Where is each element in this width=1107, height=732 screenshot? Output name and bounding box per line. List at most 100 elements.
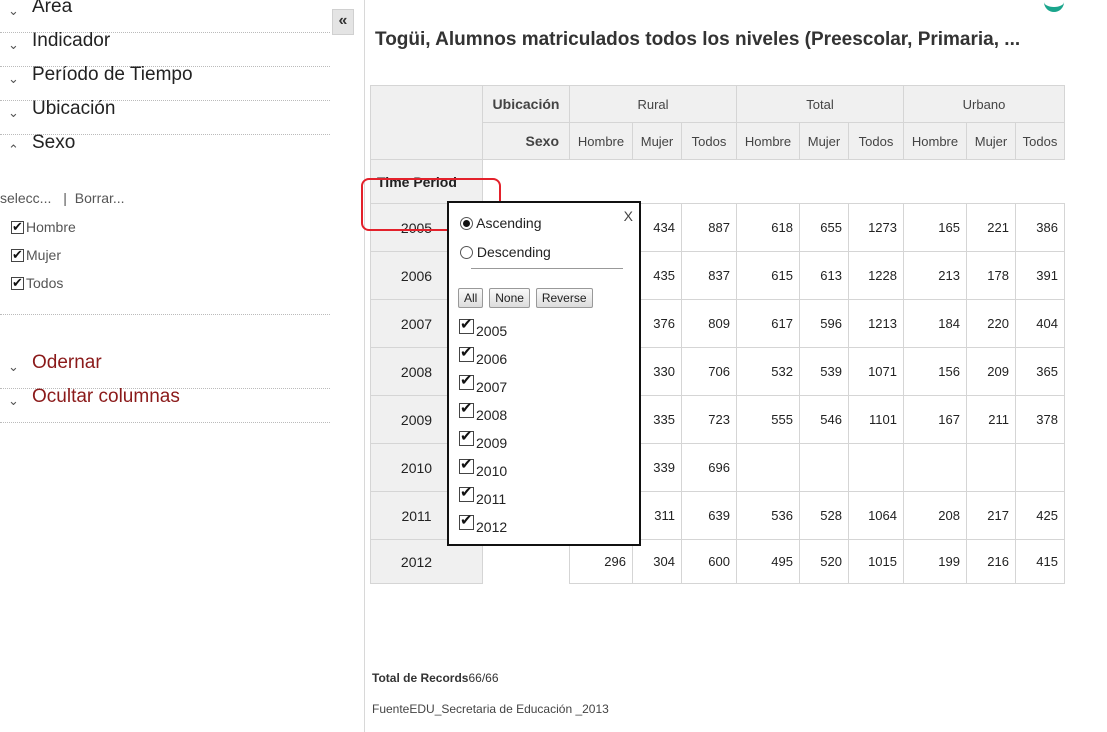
table-cell: 613 — [799, 251, 849, 300]
sexo-header: Sexo — [482, 122, 570, 160]
table-cell: 216 — [966, 539, 1016, 584]
table-cell: 213 — [903, 251, 967, 300]
sexo-option-hombre[interactable]: Hombre — [11, 216, 76, 238]
year-filter-option[interactable]: 2008 — [459, 400, 507, 423]
sexo-option-mujer[interactable]: Mujer — [11, 244, 61, 266]
table-cell: 165 — [903, 203, 967, 252]
empty-cell — [482, 539, 570, 584]
table-cell: 539 — [799, 347, 849, 396]
reverse-selection-button[interactable]: Reverse — [535, 288, 593, 308]
checkbox-checked-icon[interactable] — [459, 372, 474, 390]
select-all-link[interactable]: selecc... — [0, 190, 51, 206]
checkbox-checked-icon[interactable] — [459, 512, 474, 530]
row-header-year[interactable]: 2012 — [370, 539, 483, 584]
sort-ascending-option[interactable]: Ascending — [460, 215, 542, 231]
year-filter-option[interactable]: 2011 — [459, 484, 506, 507]
option-label: Hombre — [26, 219, 76, 235]
clear-link[interactable]: Borrar... — [75, 190, 125, 206]
year-label: 2007 — [400, 315, 433, 332]
column-header[interactable]: Todos — [681, 122, 737, 160]
table-cell: 887 — [681, 203, 737, 252]
group-header-total[interactable]: Total — [736, 85, 904, 123]
year-filter-option[interactable]: 2010 — [459, 456, 507, 479]
checkbox-checked-icon[interactable] — [459, 400, 474, 418]
year-filter-option[interactable]: 2012 — [459, 512, 507, 535]
option-label: 2011 — [476, 491, 507, 507]
table-cell — [1015, 443, 1065, 492]
column-header[interactable]: Hombre — [569, 122, 633, 160]
table-cell: 1228 — [848, 251, 904, 300]
group-header-rural[interactable]: Rural — [569, 85, 737, 123]
select-none-button[interactable]: None — [489, 288, 530, 308]
option-label: 2009 — [476, 435, 508, 451]
column-header[interactable]: Todos — [848, 122, 904, 160]
table-cell — [799, 443, 849, 492]
table-cell: 639 — [681, 491, 737, 540]
column-header[interactable]: Mujer — [966, 122, 1016, 160]
table-cell: 296 — [569, 539, 633, 584]
table-cell: 415 — [1015, 539, 1065, 584]
sidebar-item-ordenar[interactable]: ⌄ Odernar — [0, 352, 330, 389]
year-filter-option[interactable]: 2007 — [459, 372, 507, 395]
group-header-urbano[interactable]: Urbano — [903, 85, 1065, 123]
table-cell: 615 — [736, 251, 800, 300]
records-count: Total de Records66/66 — [372, 671, 499, 685]
close-icon[interactable]: X — [624, 208, 633, 224]
checkbox-checked-icon[interactable] — [459, 484, 474, 502]
column-header[interactable]: Mujer — [632, 122, 682, 160]
checkbox-checked-icon[interactable] — [459, 456, 474, 474]
table-cell: 211 — [966, 395, 1016, 444]
sidebar-item-area[interactable]: ⌄ Área — [0, 0, 330, 33]
sidebar-item-label: Ubicación — [32, 98, 116, 119]
year-label: 2011 — [401, 507, 432, 524]
selection-buttons: All None Reverse — [458, 288, 595, 308]
sidebar-item-periodo[interactable]: ⌄ Período de Tiempo — [0, 64, 330, 101]
sexo-option-todos[interactable]: Todos — [11, 272, 63, 294]
column-header[interactable]: Hombre — [736, 122, 800, 160]
radio-unselected-icon[interactable] — [460, 246, 473, 259]
checkbox-checked-icon[interactable] — [459, 344, 474, 362]
chevron-down-icon: ⌄ — [8, 359, 19, 374]
option-label: Descending — [476, 244, 551, 260]
sidebar-item-sexo[interactable]: ⌃ Sexo — [0, 132, 330, 169]
sidebar-divider — [0, 314, 330, 315]
year-filter-option[interactable]: 2005 — [459, 316, 507, 339]
year-filter-option[interactable]: 2009 — [459, 428, 507, 451]
column-header[interactable]: Hombre — [903, 122, 967, 160]
table-cell: 1071 — [848, 347, 904, 396]
table-cell: 391 — [1015, 251, 1065, 300]
sort-descending-option[interactable]: Descending — [460, 244, 551, 260]
table-cell: 696 — [681, 443, 737, 492]
option-label: Ascending — [476, 215, 542, 231]
collapse-sidebar-button[interactable]: « — [332, 9, 354, 35]
chevron-down-icon: ⌄ — [8, 37, 19, 52]
year-label: 2010 — [400, 459, 433, 476]
column-header[interactable]: Mujer — [799, 122, 849, 160]
sort-filter-popup: X Ascending Descending All None Reverse … — [447, 201, 641, 546]
option-label: Mujer — [26, 247, 62, 263]
table-cell — [903, 443, 967, 492]
year-filter-option[interactable]: 2006 — [459, 344, 507, 367]
option-label: 2006 — [476, 351, 508, 367]
table-cell: 1064 — [848, 491, 904, 540]
checkbox-checked-icon[interactable] — [11, 246, 24, 264]
column-header[interactable]: Todos — [1015, 122, 1065, 160]
table-cell: 220 — [966, 299, 1016, 348]
chevron-up-icon: ⌃ — [8, 142, 19, 157]
source-note: FuenteEDU_Secretaria de Educación _2013 — [372, 702, 609, 716]
table-cell: 528 — [799, 491, 849, 540]
sidebar-item-ubicacion[interactable]: ⌄ Ubicación — [0, 98, 330, 135]
sidebar-item-indicador[interactable]: ⌄ Indicador — [0, 30, 330, 67]
table-cell: 209 — [966, 347, 1016, 396]
table-cell: 304 — [632, 539, 682, 584]
sidebar-item-ocultar-columnas[interactable]: ⌄ Ocultar columnas — [0, 386, 330, 423]
table-cell: 536 — [736, 491, 800, 540]
table-cell: 378 — [1015, 395, 1065, 444]
radio-selected-icon[interactable] — [460, 217, 473, 230]
checkbox-checked-icon[interactable] — [459, 428, 474, 446]
checkbox-checked-icon[interactable] — [459, 316, 474, 334]
checkbox-checked-icon[interactable] — [11, 218, 24, 236]
table-cell: 617 — [736, 299, 800, 348]
checkbox-checked-icon[interactable] — [11, 274, 24, 292]
select-all-button[interactable]: All — [458, 288, 484, 308]
